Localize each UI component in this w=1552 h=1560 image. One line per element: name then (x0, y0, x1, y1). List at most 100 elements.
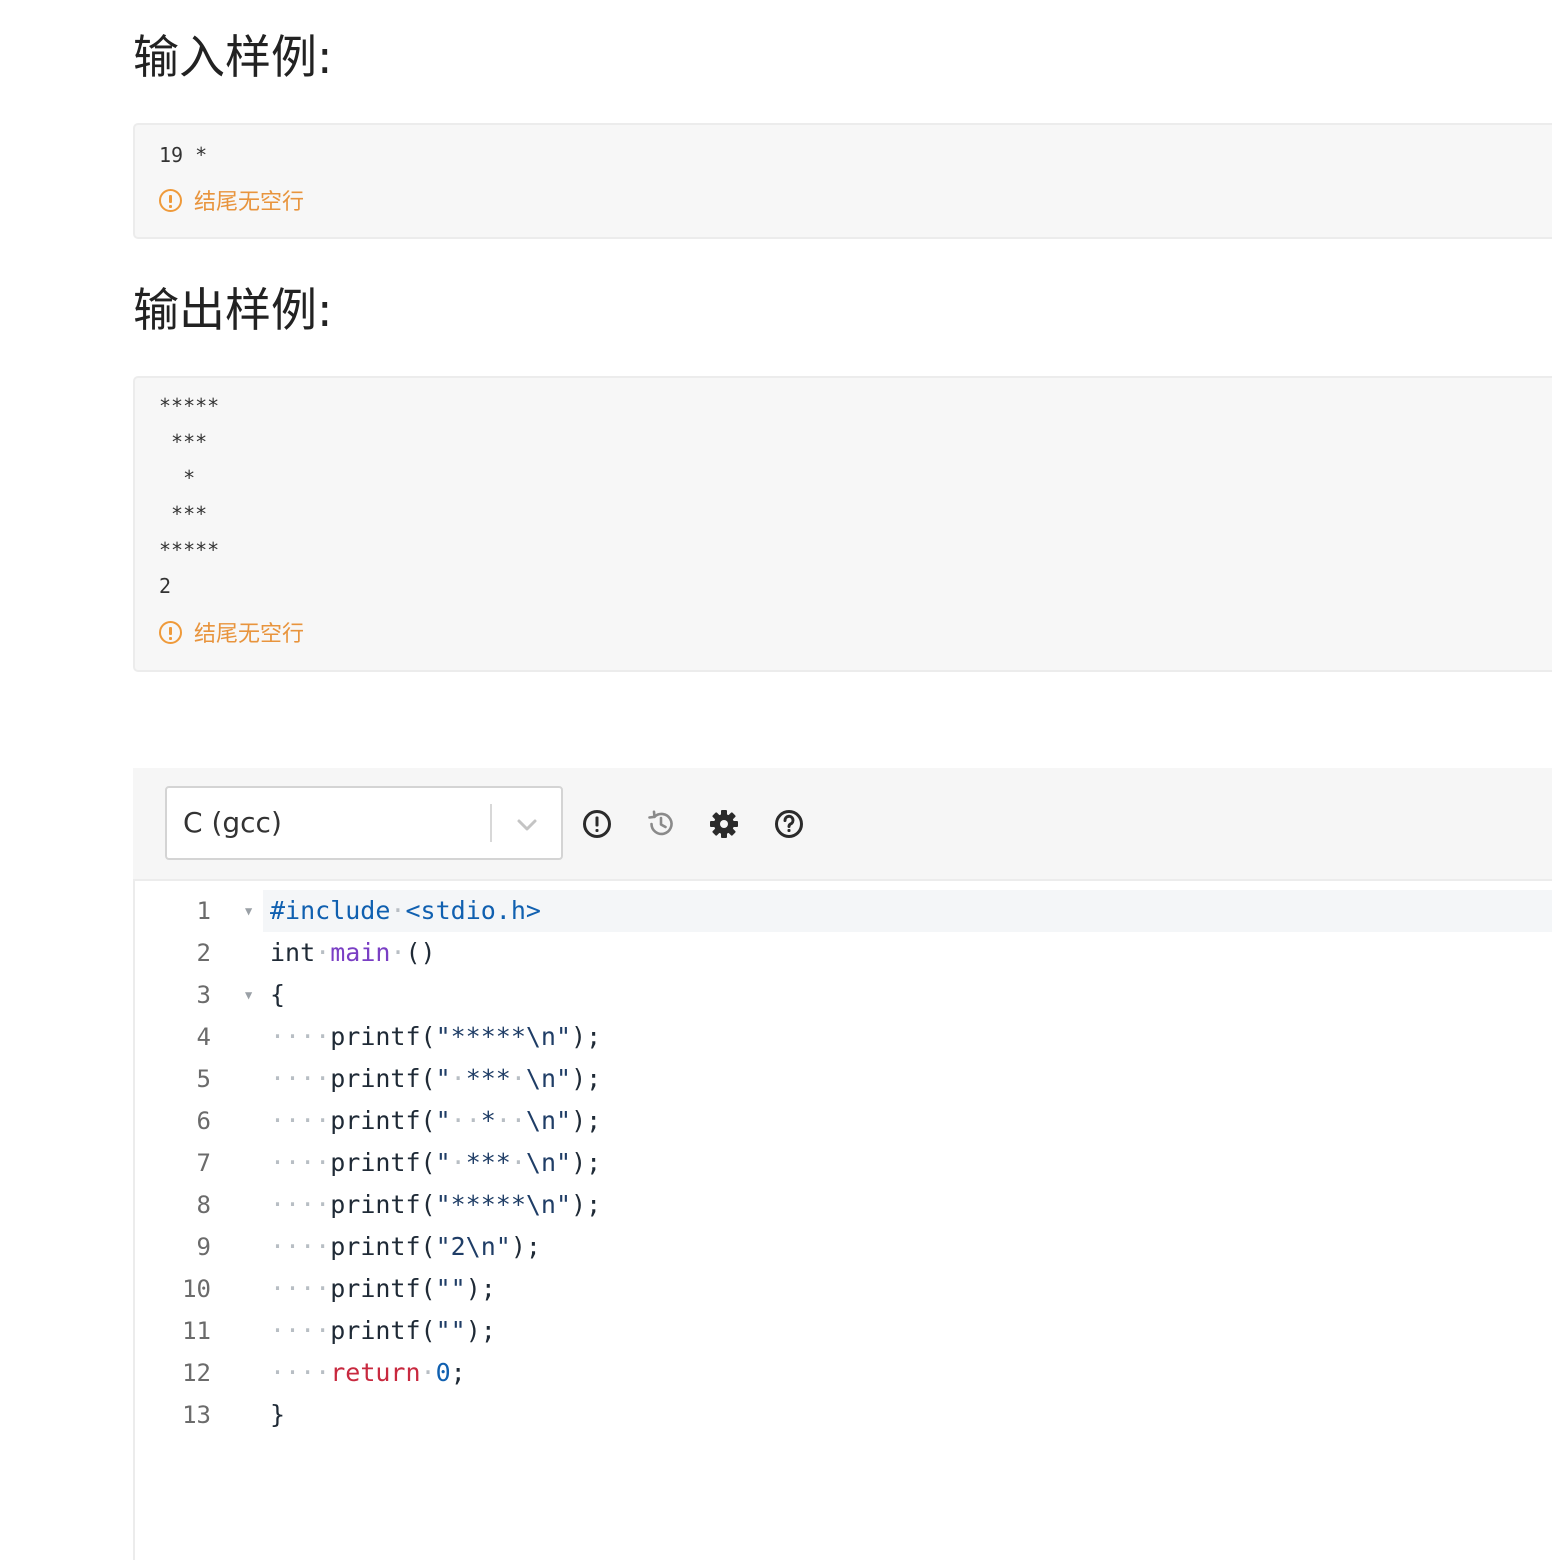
code-token: "*****\n" (435, 1190, 572, 1219)
code-token: "2\n" (435, 1232, 511, 1261)
code-line-text: #include·<stdio.h> (270, 890, 541, 932)
code-token: ); (571, 1148, 602, 1177)
code-line-text: { (270, 974, 285, 1016)
code-line[interactable]: 4 ····printf("*****\n"); (135, 1016, 1552, 1058)
code-token: · (450, 1064, 466, 1093)
info-icon[interactable] (581, 808, 613, 840)
code-token: ···· (270, 1358, 331, 1387)
code-line[interactable]: 7 ····printf("·***·\n"); (135, 1142, 1552, 1184)
code-line[interactable]: 13} (135, 1394, 1552, 1436)
code-token: · (315, 938, 331, 967)
code-token: printf( (330, 1022, 436, 1051)
line-number: 3 (196, 981, 211, 1009)
code-token: () (405, 938, 436, 967)
code-line-text: ····printf("··*··\n"); (270, 1100, 601, 1142)
output-sample-heading: 输出样例: (133, 283, 333, 337)
code-line-text: ····printf(""); (270, 1310, 496, 1352)
line-number: 8 (196, 1191, 211, 1219)
code-line[interactable]: 1 ▼ #include·<stdio.h> (135, 890, 1552, 932)
code-token: #include (270, 896, 391, 925)
output-sample-text: ***** *** * *** ***** 2 (159, 394, 220, 598)
code-token: <stdio.h> (405, 896, 541, 925)
line-number: 12 (182, 1359, 211, 1387)
notice-label: 结尾无空行 (194, 190, 305, 215)
no-trailing-newline-notice: 结尾无空行 (159, 184, 304, 216)
line-number: 11 (182, 1317, 211, 1345)
language-selected-value: C (gcc) (183, 806, 282, 839)
code-token: ···· (270, 1148, 331, 1177)
line-number: 5 (196, 1065, 211, 1093)
code-line-text: ····printf("·***·\n"); (270, 1142, 601, 1184)
editor-toolbar: C (gcc) (133, 768, 1552, 881)
code-token: ···· (270, 1274, 331, 1303)
code-token: · (390, 938, 406, 967)
code-line[interactable]: 11 ····printf(""); (135, 1310, 1552, 1352)
code-token: ···· (270, 1190, 331, 1219)
code-token: printf( (330, 1232, 436, 1261)
code-token: ); (571, 1064, 602, 1093)
code-token: { (270, 980, 286, 1009)
code-token: "" (435, 1316, 466, 1345)
code-token: ···· (270, 1022, 331, 1051)
code-token: ; (450, 1358, 466, 1387)
code-token: } (270, 1400, 286, 1429)
code-token: printf( (330, 1274, 436, 1303)
code-token: 0 (435, 1358, 451, 1387)
code-token: ···· (270, 1316, 331, 1345)
fold-arrow-icon[interactable]: ▼ (245, 974, 252, 1016)
line-number: 2 (196, 939, 211, 967)
warning-icon (159, 188, 182, 212)
code-editor[interactable]: 1 ▼ #include·<stdio.h> 2 int·main·() 3 ▼{4 ····… (133, 881, 1552, 1560)
code-token: " (435, 1148, 451, 1177)
code-token: ); (571, 1022, 602, 1051)
line-number: 1 (196, 897, 211, 925)
code-line-text: int·main·() (270, 932, 436, 974)
code-token: \n" (525, 1148, 572, 1177)
code-line-text: ····printf("·***·\n"); (270, 1058, 601, 1100)
code-line[interactable]: 8 ····printf("*****\n"); (135, 1184, 1552, 1226)
code-line-text: } (270, 1394, 285, 1436)
chevron-down-icon[interactable] (511, 809, 543, 841)
history-icon[interactable] (645, 808, 677, 840)
code-token: ·· (495, 1106, 526, 1135)
code-token: main (330, 938, 391, 967)
language-select[interactable]: C (gcc) (165, 786, 563, 860)
code-line[interactable]: 9 ····printf("2\n"); (135, 1226, 1552, 1268)
input-sample-heading: 输入样例: (133, 30, 333, 84)
code-token: printf( (330, 1316, 436, 1345)
code-line-text: ····printf("*****\n"); (270, 1184, 601, 1226)
code-token: printf( (330, 1190, 436, 1219)
line-number: 4 (196, 1023, 211, 1051)
code-token: · (420, 1358, 436, 1387)
code-line[interactable]: 6 ····printf("··*··\n"); (135, 1100, 1552, 1142)
code-token: · (390, 896, 406, 925)
input-sample-box: 19 * 结尾无空行 (133, 123, 1552, 239)
code-line[interactable]: 2 int·main·() (135, 932, 1552, 974)
code-token: ); (510, 1232, 541, 1261)
code-line[interactable]: 3 ▼ { (135, 974, 1552, 1016)
code-token: ); (465, 1274, 496, 1303)
code-token: ···· (270, 1064, 331, 1093)
code-line-text: ····printf(""); (270, 1268, 496, 1310)
select-divider (490, 804, 492, 842)
code-token: · (510, 1148, 526, 1177)
line-number: 9 (196, 1233, 211, 1261)
code-token: \n" (525, 1106, 572, 1135)
no-trailing-newline-notice: 结尾无空行 (159, 616, 304, 648)
code-line[interactable]: 12 ····return·0; (135, 1352, 1552, 1394)
code-token: ); (465, 1316, 496, 1345)
line-number: 6 (196, 1107, 211, 1135)
notice-label: 结尾无空行 (194, 622, 305, 647)
line-number: 10 (182, 1275, 211, 1303)
code-line-text: ····printf("2\n"); (270, 1226, 541, 1268)
code-token: ···· (270, 1232, 331, 1261)
code-token: " (435, 1064, 451, 1093)
settings-icon[interactable] (708, 808, 740, 840)
help-icon[interactable] (773, 808, 805, 840)
code-line[interactable]: 5 ····printf("·***·\n"); (135, 1058, 1552, 1100)
fold-arrow-icon[interactable]: ▼ (245, 890, 252, 932)
code-token: "" (435, 1274, 466, 1303)
code-line[interactable]: 10 ····printf(""); (135, 1268, 1552, 1310)
code-token: printf( (330, 1148, 436, 1177)
output-sample-box: ***** *** * *** ***** 2 结尾无空行 (133, 376, 1552, 672)
